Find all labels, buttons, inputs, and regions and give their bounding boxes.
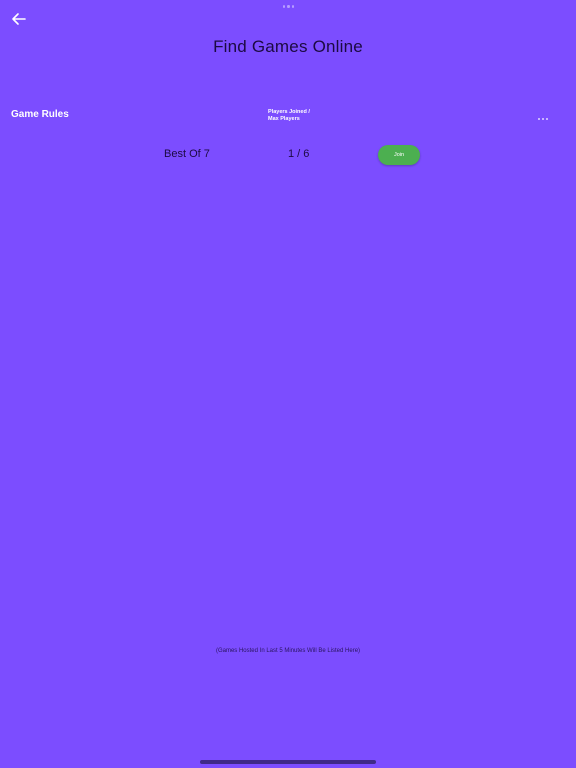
dot	[287, 5, 290, 8]
column-header-game-rules: Game Rules	[11, 109, 69, 120]
dot	[291, 5, 294, 8]
arrow-left-icon	[12, 13, 26, 25]
back-button[interactable]	[10, 11, 28, 27]
dot	[283, 5, 286, 8]
row-players-count: 1 / 6	[288, 148, 310, 160]
join-button[interactable]: Join	[378, 145, 420, 165]
table-row: Best Of 7 1 / 6 Join	[0, 140, 576, 170]
home-indicator	[200, 760, 376, 764]
column-header-players-line2: Max Players	[268, 116, 300, 122]
more-options-button[interactable]	[537, 110, 549, 122]
top-handle-dots	[283, 5, 294, 9]
page-title: Find Games Online	[213, 37, 363, 56]
row-game-rules: Best Of 7	[164, 148, 210, 160]
footer-note: (Games Hosted In Last 5 Minutes Will Be …	[215, 648, 361, 654]
column-header-players-line1: Players Joined /	[268, 109, 310, 115]
more-horizontal-icon	[538, 118, 548, 120]
column-header-players: Players Joined / Max Players	[268, 109, 328, 123]
